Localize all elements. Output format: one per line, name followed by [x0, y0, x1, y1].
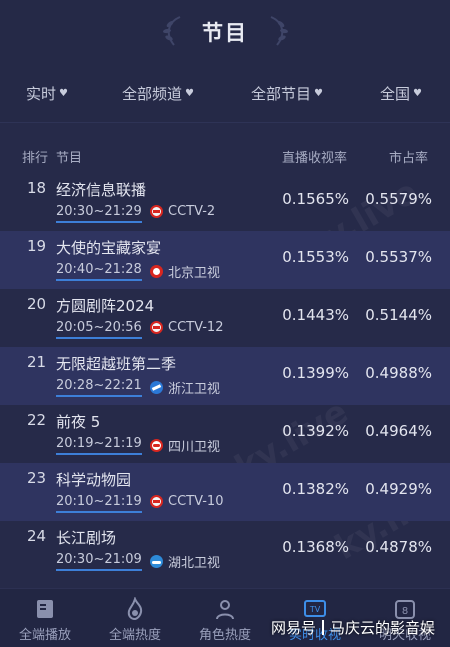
- market-share: 0.4929%: [365, 480, 432, 498]
- channel-name: 北京卫视: [168, 266, 221, 281]
- page-title: 节目: [202, 21, 248, 45]
- air-time: 20:28~22:21: [56, 378, 142, 397]
- filter-region[interactable]: 全国 ♥: [380, 83, 422, 104]
- tab-all-heat[interactable]: 全端热度: [90, 597, 180, 643]
- credit-platform: 网易号: [270, 619, 316, 637]
- channel: 浙江卫视: [150, 378, 220, 397]
- air-time: 20:19~21:19: [56, 436, 142, 455]
- channel-name: 浙江卫视: [168, 382, 221, 397]
- column-header-program: 节目: [56, 151, 83, 166]
- cctv-logo-icon: [150, 495, 163, 508]
- table-row[interactable]: 18 经济信息联播 20:30~21:29 CCTV-2 0.1565% 0.5…: [0, 173, 450, 231]
- market-share: 0.4878%: [365, 538, 432, 556]
- table-row[interactable]: 23 科学动物园 20:10~21:19 CCTV-10 0.1382% 0.4…: [0, 463, 450, 521]
- source-credit: 网易号 马庆云的影音娱: [271, 617, 435, 638]
- channel-name: CCTV-12: [168, 320, 224, 335]
- channel-name: 四川卫视: [168, 440, 221, 455]
- laurel-right-icon: [270, 16, 288, 46]
- live-rating: 0.1443%: [282, 306, 349, 324]
- tab-label: 全端热度: [108, 628, 161, 643]
- tab-label: 全端播放: [18, 628, 71, 643]
- rank-number: 20: [27, 295, 47, 313]
- program-name: 方圆剧阵2024: [56, 297, 155, 315]
- air-time: 20:30~21:29: [56, 204, 142, 223]
- channel-name: 湖北卫视: [168, 556, 221, 571]
- header: 节目: [0, 0, 450, 65]
- table-row[interactable]: 21 无限超越班第二季 20:28~22:21 浙江卫视 0.1399% 0.4…: [0, 347, 450, 405]
- rank-number: 21: [27, 353, 47, 371]
- table-row[interactable]: 20 方圆剧阵2024 20:05~20:56 CCTV-12 0.1443% …: [0, 289, 450, 347]
- rank-number: 19: [27, 237, 47, 255]
- channel-name: CCTV-10: [168, 494, 224, 509]
- live-rating: 0.1368%: [282, 538, 349, 556]
- heart-dropdown-icon: ♥: [413, 88, 422, 99]
- filter-channel[interactable]: 全部频道 ♥: [122, 83, 194, 104]
- air-time: 20:40~21:28: [56, 262, 142, 281]
- filter-label: 实时: [26, 85, 57, 103]
- live-rating: 0.1399%: [282, 364, 349, 382]
- channel: 北京卫视: [150, 262, 220, 281]
- program-name: 长江剧场: [56, 529, 117, 547]
- air-time: 20:30~21:09: [56, 552, 142, 571]
- heart-dropdown-icon: ♥: [185, 88, 194, 99]
- program-name: 科学动物园: [56, 471, 132, 489]
- person-icon: [216, 600, 234, 620]
- column-header-share: 市占率: [389, 151, 429, 166]
- live-rating: 0.1553%: [282, 248, 349, 266]
- table-row[interactable]: 19 大使的宝藏家宴 20:40~21:28 北京卫视 0.1553% 0.55…: [0, 231, 450, 289]
- zhejiang-tv-logo-icon: [150, 381, 163, 394]
- rank-number: 23: [27, 469, 47, 487]
- filter-label: 全部节目: [251, 85, 312, 103]
- channel-name: CCTV-2: [168, 204, 216, 219]
- rank-number: 22: [27, 411, 47, 429]
- market-share: 0.5537%: [365, 248, 432, 266]
- channel: 湖北卫视: [150, 552, 220, 571]
- live-rating: 0.1392%: [282, 422, 349, 440]
- rank-number: 18: [27, 179, 47, 197]
- table-row[interactable]: 22 前夜 5 20:19~21:19 四川卫视 0.1392% 0.4964%: [0, 405, 450, 463]
- cctv-logo-icon: [150, 321, 163, 334]
- live-rating: 0.1565%: [282, 190, 349, 208]
- program-name: 无限超越班第二季: [56, 355, 177, 373]
- book-icon: [37, 600, 53, 618]
- credit-divider: [321, 620, 324, 635]
- live-rating: 0.1382%: [282, 480, 349, 498]
- market-share: 0.4964%: [365, 422, 432, 440]
- channel: CCTV-12: [150, 320, 223, 335]
- heart-dropdown-icon: ♥: [59, 88, 68, 99]
- beijing-tv-logo-icon: [150, 265, 163, 278]
- filter-program[interactable]: 全部节目 ♥: [251, 83, 323, 104]
- filter-label: 全国: [380, 85, 411, 103]
- program-name: 前夜 5: [56, 413, 101, 431]
- svg-text:TV: TV: [309, 605, 321, 614]
- program-name: 经济信息联播: [56, 181, 147, 199]
- filter-label: 全部频道: [122, 85, 183, 103]
- column-header-rank: 排行: [22, 151, 49, 166]
- tab-role-heat[interactable]: 角色热度: [180, 597, 270, 643]
- channel: 四川卫视: [150, 436, 220, 455]
- program-name: 大使的宝藏家宴: [56, 239, 162, 257]
- air-time: 20:05~20:56: [56, 320, 142, 339]
- sichuan-tv-logo-icon: [150, 439, 163, 452]
- cctv-logo-icon: [150, 205, 163, 218]
- rank-number: 24: [27, 527, 47, 545]
- tab-label: 角色热度: [198, 628, 251, 643]
- market-share: 0.4988%: [365, 364, 432, 382]
- channel: CCTV-2: [150, 204, 215, 219]
- credit-author: 马庆云的影音娱: [329, 619, 435, 637]
- channel: CCTV-10: [150, 494, 223, 509]
- svg-text:8: 8: [402, 606, 408, 617]
- hubei-tv-logo-icon: [150, 555, 163, 568]
- market-share: 0.5144%: [365, 306, 432, 324]
- air-time: 20:10~21:19: [56, 494, 142, 513]
- heart-dropdown-icon: ♥: [314, 88, 323, 99]
- market-share: 0.5579%: [365, 190, 432, 208]
- table-row[interactable]: 24 长江剧场 20:30~21:09 湖北卫视 0.1368% 0.4878%: [0, 521, 450, 579]
- column-header-rating: 直播收视率: [282, 151, 348, 166]
- tab-all-play[interactable]: 全端播放: [0, 597, 90, 643]
- filter-time[interactable]: 实时 ♥: [26, 83, 68, 104]
- flame-icon: [127, 597, 143, 621]
- filter-bar: 实时 ♥ 全部频道 ♥ 全部节目 ♥ 全国 ♥: [0, 65, 450, 123]
